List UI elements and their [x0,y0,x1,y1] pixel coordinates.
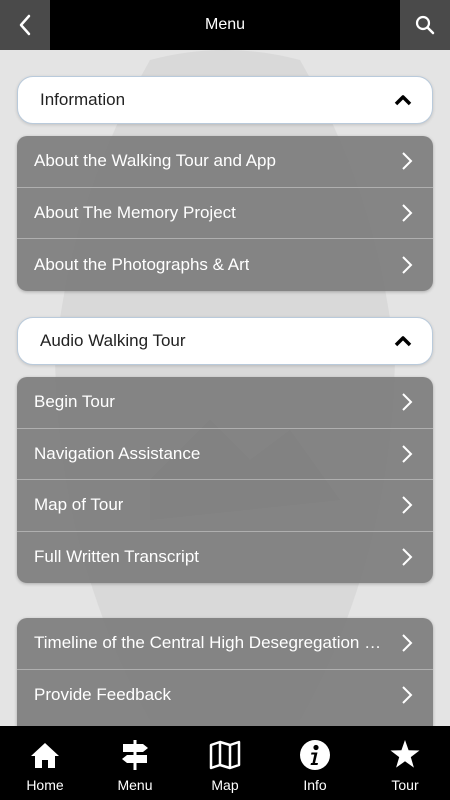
tab-label: Tour [391,777,419,793]
audio-walking-tour-list: Begin Tour Navigation Assistance Map of … [17,377,433,583]
page-title: Menu [204,16,246,33]
back-button[interactable] [0,0,50,50]
list-item-label: Full Written Transcript [34,547,200,567]
list-item-label: Map of Tour [34,495,124,515]
more-list: Timeline of the Central High Desegregati… [17,618,433,738]
chevron-right-icon [402,496,413,514]
list-item[interactable]: Navigation Assistance [17,429,433,480]
top-bar: Menu [0,0,450,50]
search-icon [415,15,435,35]
chevron-right-icon [402,152,413,170]
info-icon [298,738,332,772]
list-item-label: Timeline of the Central High Desegregati… [34,633,389,653]
list-item-label: About the Photographs & Art [34,254,250,274]
section-header-audio-walking-tour[interactable]: Audio Walking Tour [17,317,433,365]
tab-home[interactable]: Home [0,726,90,800]
chevron-right-icon [402,634,413,652]
tab-label: Info [303,777,327,793]
chevron-up-icon [394,95,412,106]
bottom-tab-bar: Home Menu Map Info Tour [0,726,450,800]
menu-screen: Menu Information About the Walking Tour … [0,0,450,800]
chevron-up-icon [394,336,412,347]
chevron-right-icon [402,256,413,274]
chevron-right-icon [402,445,413,463]
signpost-icon [118,738,152,772]
tab-label: Map [211,777,239,793]
tab-info[interactable]: Info [270,726,360,800]
tab-map[interactable]: Map [180,726,270,800]
list-item-label: Begin Tour [34,392,115,412]
list-item[interactable]: About the Walking Tour and App [17,136,433,188]
list-item-label: About the Walking Tour and App [34,151,276,171]
home-icon [28,738,62,772]
list-item[interactable]: About The Memory Project [17,188,433,239]
section-title: Information [40,90,126,109]
chevron-left-icon [19,14,31,36]
list-item[interactable]: Timeline of the Central High Desegregati… [17,618,433,670]
tab-label: Home [26,777,64,793]
list-item-label: Provide Feedback [34,685,172,705]
map-icon [208,738,242,772]
list-item[interactable]: Map of Tour [17,480,433,532]
chevron-right-icon [402,393,413,411]
list-item[interactable]: Provide Feedback [17,670,433,722]
section-header-information[interactable]: Information [17,76,433,124]
chevron-right-icon [402,548,413,566]
list-item[interactable]: About the Photographs & Art [17,239,433,291]
menu-content: Information About the Walking Tour and A… [0,50,450,738]
section-title: Audio Walking Tour [40,331,186,350]
list-item-label: About The Memory Project [34,202,236,222]
list-item-label: Navigation Assistance [34,443,201,463]
chevron-right-icon [402,204,413,222]
tab-menu[interactable]: Menu [90,726,180,800]
list-item[interactable]: Begin Tour [17,377,433,429]
information-list: About the Walking Tour and App About The… [17,136,433,291]
search-button[interactable] [400,0,450,50]
tab-label: Menu [117,777,153,793]
star-icon [388,738,422,772]
list-item[interactable]: Full Written Transcript [17,532,433,584]
tab-tour[interactable]: Tour [360,726,450,800]
chevron-right-icon [402,686,413,704]
